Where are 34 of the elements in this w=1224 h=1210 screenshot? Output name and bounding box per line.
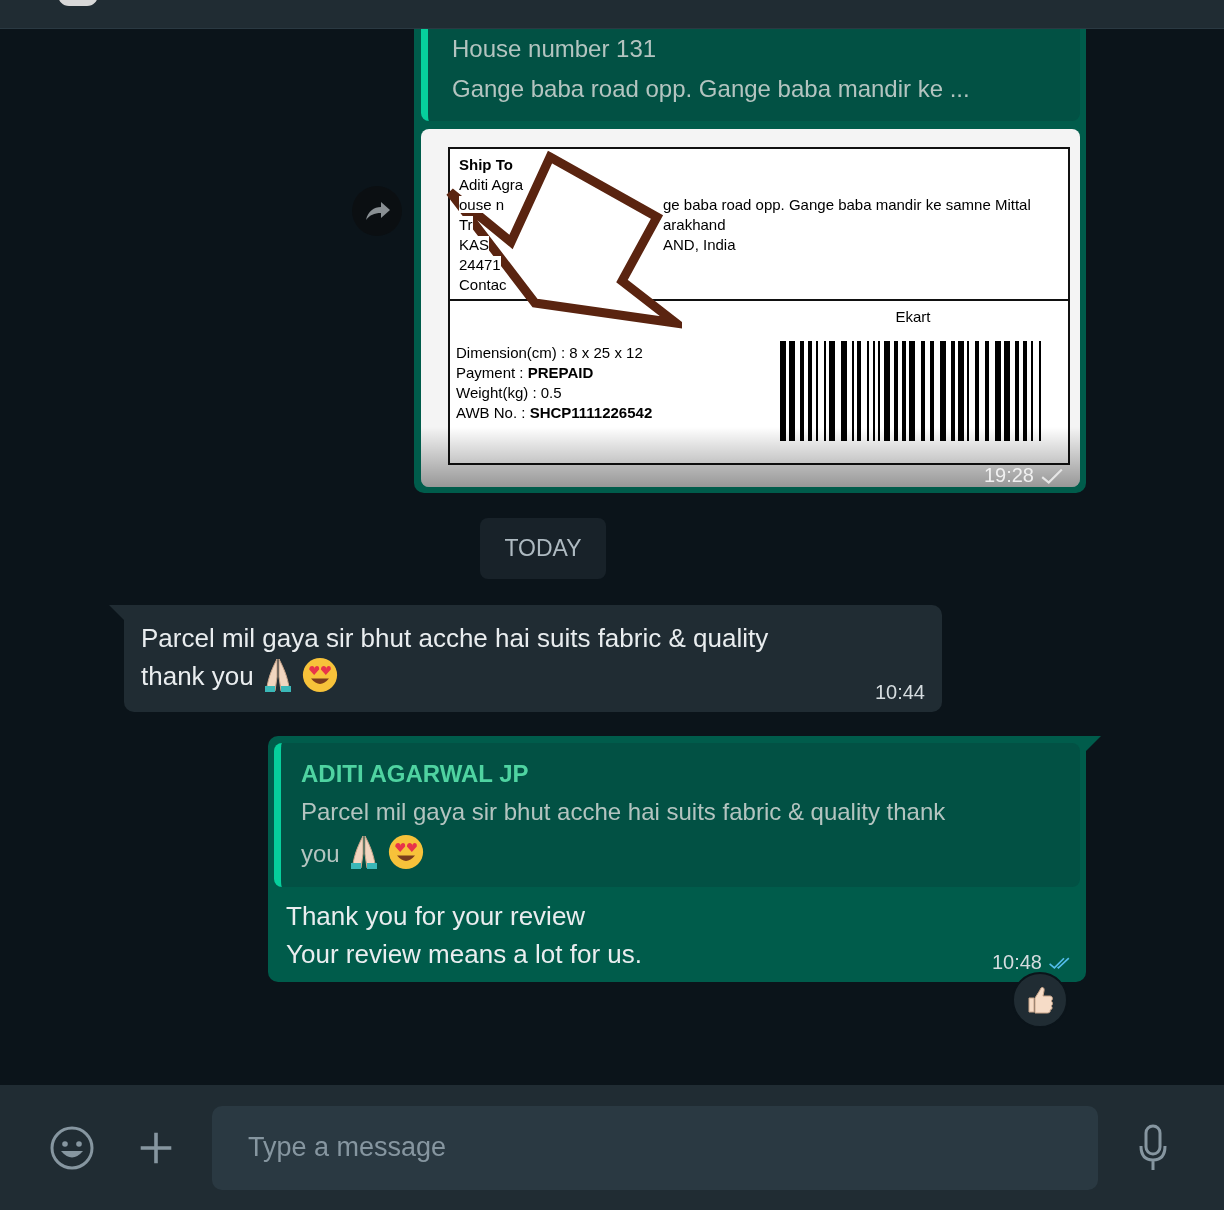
label-detail: Dimension(cm) : 8 x 25 x 12 [456,342,644,363]
thumbs-up-reaction-icon[interactable] [1012,972,1068,1028]
quoted-text: you [301,840,340,867]
message-input[interactable]: Type a message [212,1105,1098,1190]
quoted-message[interactable]: House number 131 Gange baba road opp. Gange baba mandir ke ... [421,29,1080,121]
label-detail: Payment : PREPAID [456,362,595,383]
shipping-label-image[interactable] [421,128,1080,487]
quoted-author: ADITI AGARWAL JP [301,759,530,789]
message-text: thank you [141,661,254,691]
message-time: 19:28 [983,464,1034,487]
label-detail: Weight(kg) : 0.5 [456,382,563,403]
quoted-text: Gange baba road opp. Gange baba mandir ke ... [452,74,971,104]
microphone-icon[interactable] [1138,1123,1168,1172]
quoted-text: Parcel mil gaya sir bhut acche hai suits fabric & quality thank [301,798,946,825]
message-text: Parcel mil gaya sir bhut acche hai suits fabric & quality [141,623,769,653]
address-text: AND, India [663,235,736,253]
address-text: Tr [459,215,473,233]
forward-icon[interactable] [352,186,402,236]
address-text: ge baba road opp. Gange baba mandir ke samne Mittal [663,195,1031,213]
label-detail: AWB No. : SHCP1111226542 [456,402,653,423]
heart-eyes-icon [301,657,338,693]
message-time: 10:44 [874,681,925,704]
label-heading: Ship To [459,155,513,173]
address-text: ouse n [459,195,505,213]
address-text: 24471 [459,255,501,273]
date-chip: TODAY [480,518,606,579]
quoted-text: House number 131 [452,34,658,64]
heart-eyes-icon [387,834,424,870]
address-text: arakhand [663,215,726,233]
address-text: KAS [459,235,489,253]
carrier-name: Ekart [895,306,931,327]
message-time: 10:48 [991,951,1042,974]
message-text: Thank you for your review Your review means a lot for us. [286,901,642,969]
quoted-message[interactable]: ADITI AGARWAL JP Parcel mil gaya sir bhut acche hai suits fabric & quality thank you [274,743,1080,887]
